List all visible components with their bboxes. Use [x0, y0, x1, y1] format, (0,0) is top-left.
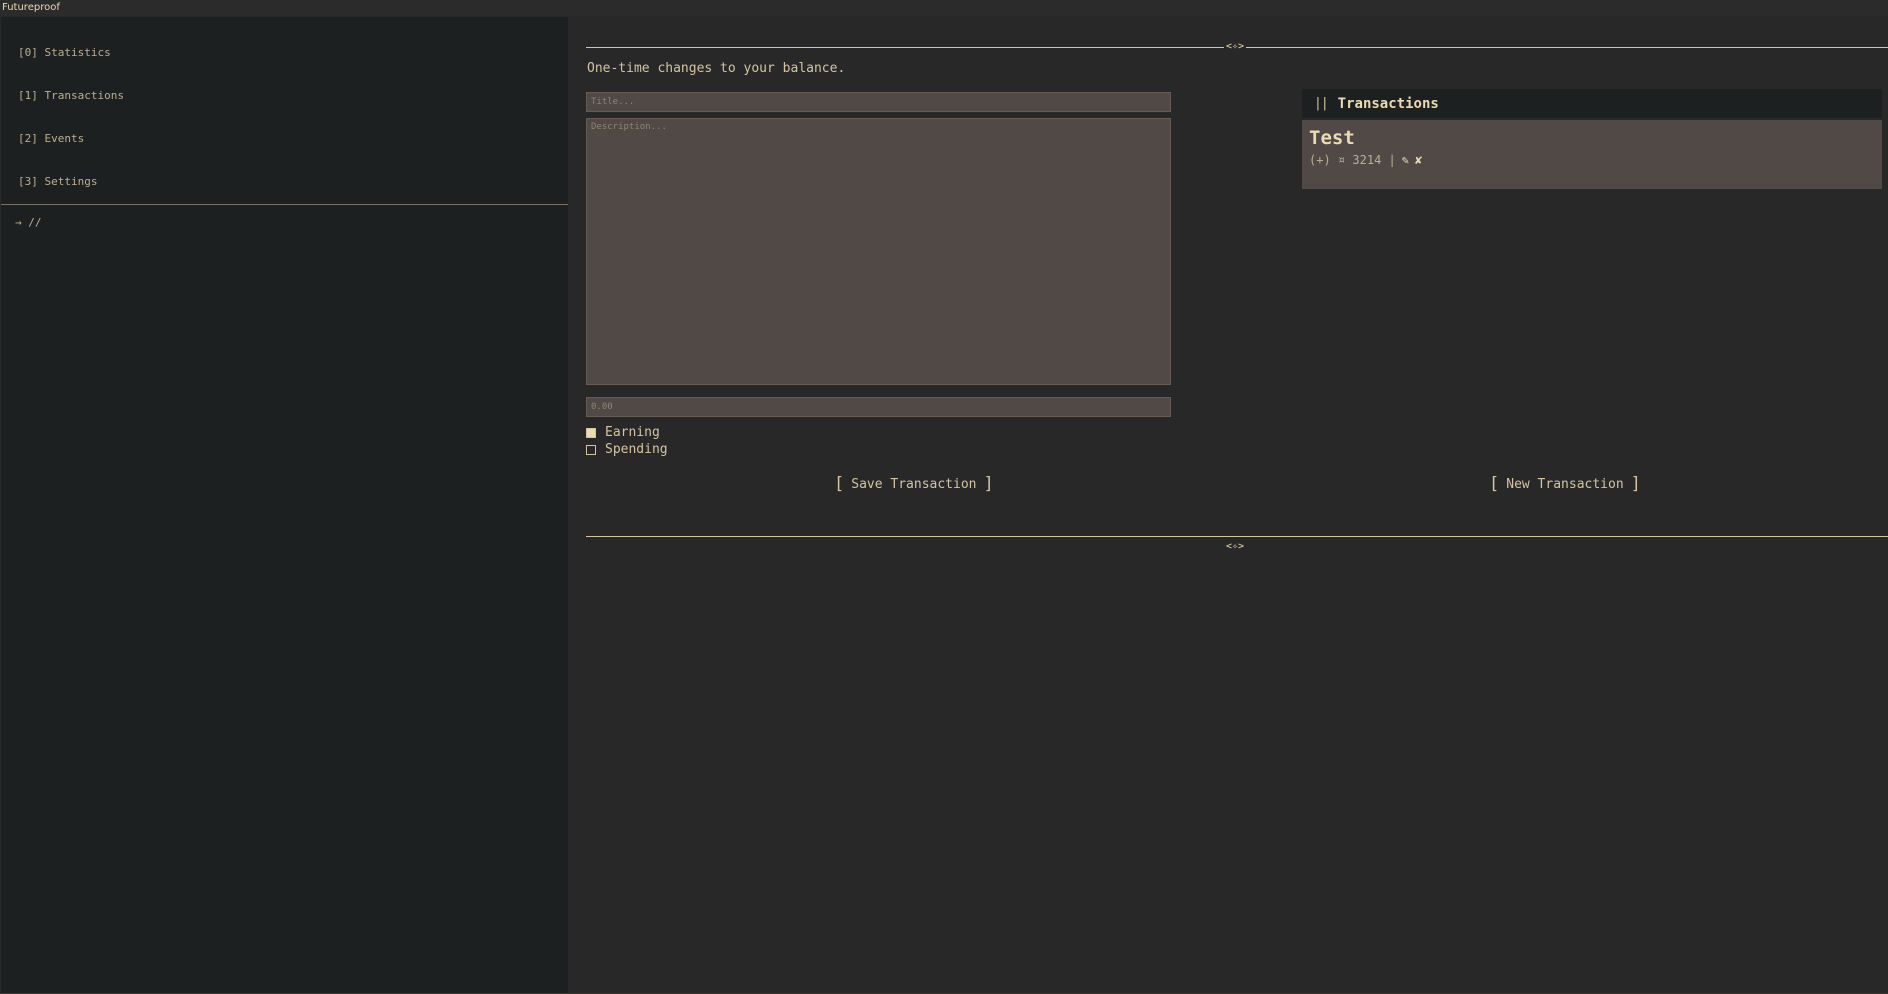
transaction-card[interactable]: Test (+) ¤ 3214 | ✎ ✘ [1302, 120, 1882, 189]
new-transaction-label: New Transaction [1506, 477, 1624, 492]
bottom-divider [586, 536, 1888, 537]
sidebar-item-statistics[interactable]: [0] Statistics [18, 46, 111, 59]
left-bracket: [ [834, 474, 845, 494]
sidebar-item-transactions[interactable]: [1] Transactions [18, 89, 124, 102]
main-content: <✧> One-time changes to your balance. Ea… [568, 17, 1888, 993]
spending-checkbox-box[interactable] [586, 444, 596, 455]
new-transaction-button[interactable]: [ New Transaction ] [1489, 476, 1641, 493]
pencil-icon[interactable]: ✎ [1402, 153, 1409, 167]
transactions-panel-title: Transactions [1337, 95, 1439, 112]
page-description: One-time changes to your balance. [587, 61, 846, 76]
transactions-panel-header: || Transactions [1302, 89, 1882, 118]
pause-bars-icon: || [1314, 96, 1329, 111]
amount-input[interactable] [586, 397, 1171, 417]
sidebar-item-events[interactable]: [2] Events [18, 132, 84, 145]
spending-label: Spending [605, 442, 668, 457]
left-bracket: [ [1489, 474, 1500, 494]
currency-icon: ¤ [1337, 153, 1346, 167]
title-input[interactable] [586, 92, 1171, 112]
window-title: Futureproof [0, 0, 1888, 16]
right-bracket: ] [983, 474, 994, 494]
earning-checkbox-box[interactable] [586, 427, 596, 438]
sidebar-divider [1, 204, 568, 205]
right-bracket: ] [1630, 474, 1641, 494]
save-transaction-label: Save Transaction [851, 477, 977, 492]
ornament-icon-bottom: <✧> [1224, 541, 1247, 553]
transaction-amount: 3214 [1352, 153, 1382, 167]
ornament-icon: <✧> [1224, 41, 1247, 53]
sidebar-item-settings[interactable]: [3] Settings [18, 175, 97, 188]
x-icon[interactable]: ✘ [1415, 153, 1422, 167]
transaction-meta: (+) ¤ 3214 | ✎ ✘ [1309, 153, 1875, 167]
spending-checkbox[interactable]: Spending [586, 442, 668, 457]
sidebar: [0] Statistics [1] Transactions [2] Even… [1, 17, 568, 993]
transaction-title: Test [1309, 127, 1355, 149]
command-prompt[interactable]: → // [15, 216, 42, 229]
meta-separator: | [1388, 153, 1396, 167]
transaction-sign: (+) [1309, 153, 1331, 167]
save-transaction-button[interactable]: [ Save Transaction ] [834, 476, 994, 493]
description-input[interactable] [586, 118, 1171, 385]
earning-label: Earning [605, 425, 660, 440]
earning-checkbox[interactable]: Earning [586, 425, 660, 440]
